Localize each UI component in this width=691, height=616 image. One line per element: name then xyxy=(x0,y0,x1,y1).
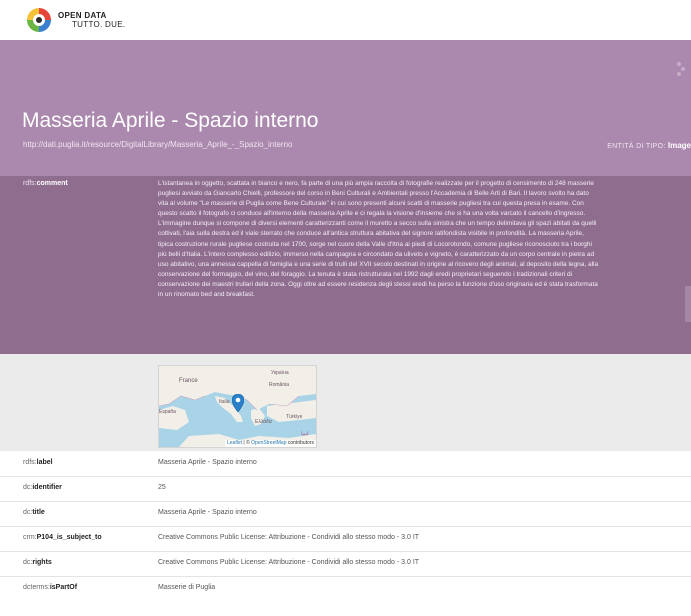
logo-line-1: OPEN DATA xyxy=(58,11,107,20)
property-key: dc:identifier xyxy=(23,484,62,491)
comment-section: rdfs:comment L'istantanea in oggetto, sc… xyxy=(0,176,691,354)
property-key: dc:title xyxy=(23,509,45,516)
overflow-dots-icon[interactable] xyxy=(675,62,687,76)
leaflet-link[interactable]: Leaflet xyxy=(227,440,242,446)
comment-key-prefix: rdfs: xyxy=(23,180,37,187)
map-marker-icon[interactable] xyxy=(232,394,244,412)
logo-text: OPEN DATA TUTTO. DUE. xyxy=(58,11,125,29)
map-label: España xyxy=(159,409,176,415)
property-row-label: rdfs:label Masseria Aprile - Spazio inte… xyxy=(0,451,691,477)
entity-type: ENTITÀ DI TIPO: Image xyxy=(607,141,691,150)
resource-uri[interactable]: http://dati.puglia.it/resource/DigitalLi… xyxy=(23,140,292,149)
osm-link[interactable]: OpenStreetMap xyxy=(251,440,286,446)
property-key: dcterms:isPartOf xyxy=(23,584,77,591)
property-prefix: crm: xyxy=(23,534,37,541)
entity-type-value[interactable]: Image xyxy=(668,141,691,150)
property-name[interactable]: rights xyxy=(32,559,51,566)
property-prefix: dc: xyxy=(23,559,33,566)
comment-key-name[interactable]: comment xyxy=(37,180,68,187)
resource-title: Masseria Aprile - Spazio interno xyxy=(22,109,319,132)
attribution-separator: | © xyxy=(242,440,252,446)
logo-line-2: TUTTO. DUE. xyxy=(72,20,126,29)
property-value: Creative Commons Public License: Attribu… xyxy=(158,534,420,541)
site-logo[interactable]: OPEN DATA TUTTO. DUE. xyxy=(24,4,125,36)
map-label: Ελλάδα xyxy=(255,419,272,425)
property-name[interactable]: identifier xyxy=(32,484,62,491)
property-row-ispartof: dcterms:isPartOf Masserie di Puglia xyxy=(0,576,691,601)
side-scroll-tab[interactable] xyxy=(685,286,691,322)
property-value[interactable]: Masserie di Puglia xyxy=(158,584,215,591)
property-key: dc:rights xyxy=(23,559,52,566)
property-name[interactable]: P104_is_subject_to xyxy=(37,534,102,541)
top-bar: OPEN DATA TUTTO. DUE. xyxy=(0,0,691,40)
map-label: Україна xyxy=(271,370,289,376)
map-section: France Україна România Italia España Ελλ… xyxy=(0,354,691,451)
map-label: Türkiye xyxy=(286,414,303,420)
map-label: România xyxy=(269,382,290,388)
map-attribution: Leaflet | © OpenStreetMap contributors xyxy=(225,440,316,447)
map-label: France xyxy=(179,378,198,384)
property-prefix: rdfs: xyxy=(23,459,37,466)
property-value: Masseria Aprile - Spazio interno xyxy=(158,459,257,466)
resource-header: Masseria Aprile - Spazio interno http://… xyxy=(0,40,691,176)
map-label: ليبيا xyxy=(301,431,309,437)
comment-text: L'istantanea in oggetto, scattata in bia… xyxy=(158,180,599,299)
property-value: Creative Commons Public License: Attribu… xyxy=(158,559,420,566)
comment-key: rdfs:comment xyxy=(23,180,68,187)
attribution-tail: contributors xyxy=(286,440,314,446)
logo-mark-icon xyxy=(27,8,51,32)
property-prefix: dcterms: xyxy=(23,584,50,591)
property-name[interactable]: label xyxy=(37,459,53,466)
property-name[interactable]: title xyxy=(32,509,44,516)
property-key: crm:P104_is_subject_to xyxy=(23,534,102,541)
property-row-identifier: dc:identifier 25 xyxy=(0,476,691,502)
property-name[interactable]: isPartOf xyxy=(50,584,77,591)
property-value: Masseria Aprile - Spazio interno xyxy=(158,509,257,516)
property-prefix: dc: xyxy=(23,484,33,491)
property-key: rdfs:label xyxy=(23,459,53,466)
map-label: Italia xyxy=(219,399,230,405)
property-value: 25 xyxy=(158,484,166,491)
entity-type-label: ENTITÀ DI TIPO: xyxy=(607,143,666,150)
location-map[interactable]: France Україна România Italia España Ελλ… xyxy=(158,365,317,448)
property-row-title: dc:title Masseria Aprile - Spazio intern… xyxy=(0,501,691,527)
property-row-rights: dc:rights Creative Commons Public Licens… xyxy=(0,551,691,577)
property-row-subject-to: crm:P104_is_subject_to Creative Commons … xyxy=(0,526,691,552)
property-prefix: dc: xyxy=(23,509,33,516)
